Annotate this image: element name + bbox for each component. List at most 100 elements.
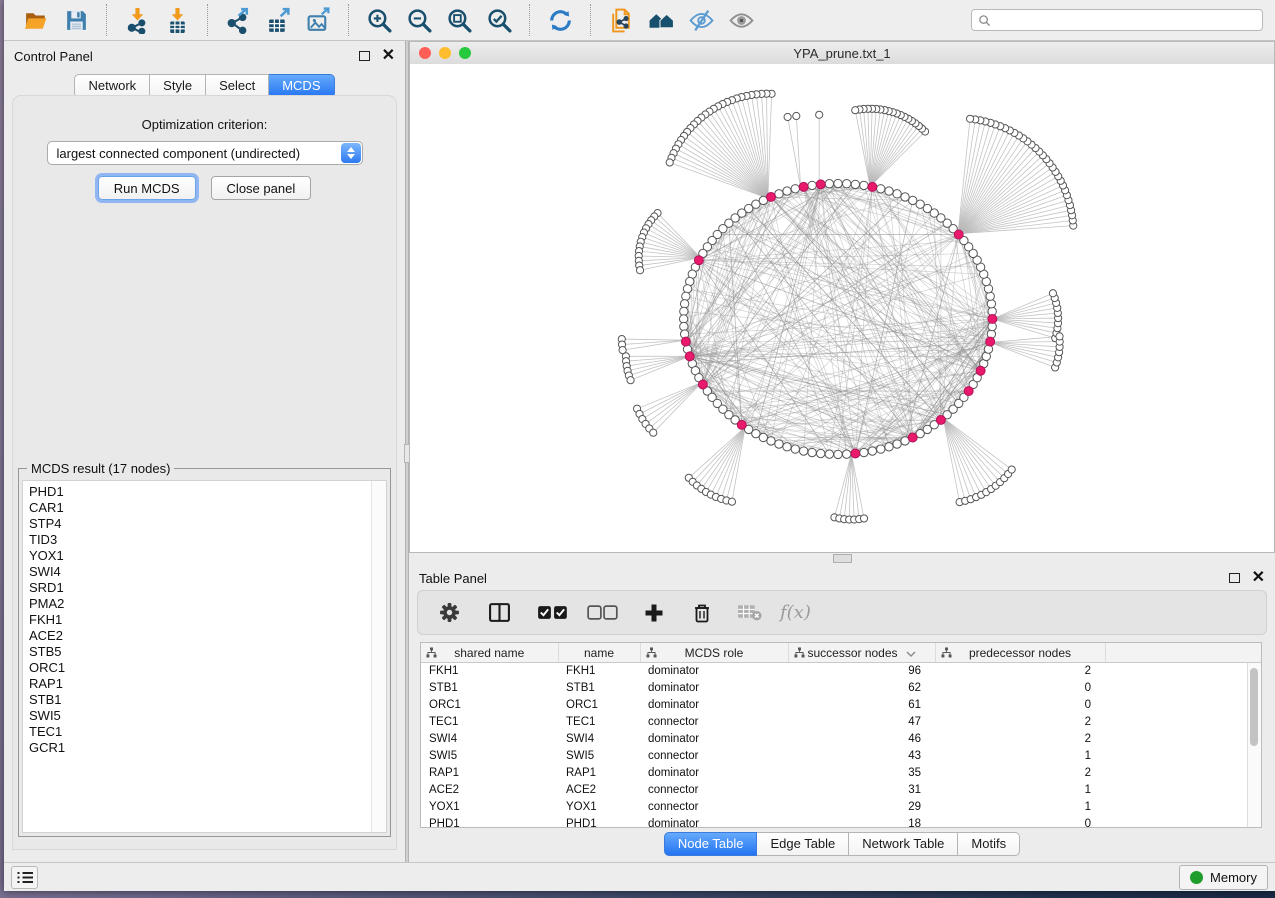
hierarchy-icon <box>646 647 657 658</box>
gear-icon <box>439 602 460 623</box>
network-canvas[interactable] <box>410 64 1274 552</box>
mcds-result-scrollbar[interactable] <box>371 481 386 832</box>
horizontal-splitter-handle[interactable] <box>833 554 852 563</box>
mcds-result-item[interactable]: STB1 <box>23 692 371 708</box>
delete-column-button[interactable] <box>685 596 719 630</box>
tab-motifs[interactable]: Motifs <box>958 832 1020 856</box>
table-toolbar: f(x) <box>417 590 1267 635</box>
export-table-button[interactable] <box>260 2 296 38</box>
table-scrollbar[interactable] <box>1247 663 1261 827</box>
memory-button[interactable]: Memory <box>1179 865 1268 890</box>
delete-table-icon <box>737 603 762 622</box>
import-table-button[interactable] <box>159 2 195 38</box>
mcds-result-item[interactable]: TEC1 <box>23 724 371 740</box>
table-row[interactable]: SWI4SWI4dominator462 <box>421 731 1261 748</box>
export-table-icon <box>265 7 292 34</box>
show-graphics-details-button[interactable] <box>723 2 759 38</box>
import-network-icon <box>124 7 151 34</box>
mcds-result-item[interactable]: TID3 <box>23 532 371 548</box>
zoom-fit-button[interactable] <box>441 2 477 38</box>
table-row[interactable]: ACE2ACE2connector311 <box>421 782 1261 799</box>
close-table-panel-icon[interactable]: ✕ <box>1252 572 1265 584</box>
import-network-button[interactable] <box>119 2 155 38</box>
mcds-result-item[interactable]: FKH1 <box>23 612 371 628</box>
tab-network-table[interactable]: Network Table <box>849 832 958 856</box>
close-panel-icon[interactable]: ✕ <box>382 50 395 62</box>
mcds-result-item[interactable]: ACE2 <box>23 628 371 644</box>
horizontal-splitter[interactable] <box>409 553 1275 563</box>
column-header[interactable]: shared name <box>421 643 558 663</box>
desktop-background: Control Panel ✕ Network Style Select MCD… <box>0 0 1275 898</box>
zoom-in-icon <box>366 7 393 34</box>
zoom-selected-button[interactable] <box>481 2 517 38</box>
node-table-body: FKH1FKH1dominator962STB1STB1dominator620… <box>421 663 1261 829</box>
criterion-dropdown[interactable]: largest connected component (undirected) <box>47 141 363 165</box>
mcds-result-item[interactable]: PMA2 <box>23 596 371 612</box>
mcds-result-item[interactable]: PHD1 <box>23 484 371 500</box>
mcds-result-item[interactable]: GCR1 <box>23 740 371 756</box>
double-house-icon <box>648 7 675 34</box>
delete-table-button[interactable] <box>731 596 768 630</box>
column-header[interactable]: successor nodes <box>788 643 935 663</box>
tab-edge-table[interactable]: Edge Table <box>757 832 849 856</box>
column-header[interactable]: name <box>558 643 640 663</box>
checked-boxes-icon <box>537 604 569 621</box>
mcds-result-item[interactable]: SWI4 <box>23 564 371 580</box>
zoom-in-button[interactable] <box>361 2 397 38</box>
mcds-result-item[interactable]: SWI5 <box>23 708 371 724</box>
search-input[interactable] <box>996 12 1256 28</box>
export-image-button[interactable] <box>300 2 336 38</box>
add-column-button[interactable] <box>637 596 671 630</box>
column-header[interactable]: MCDS role <box>640 643 788 663</box>
mcds-result-item[interactable]: SRD1 <box>23 580 371 596</box>
memory-status-icon <box>1190 871 1203 884</box>
table-row[interactable]: TEC1TEC1connector472 <box>421 714 1261 731</box>
column-header[interactable]: predecessor nodes <box>935 643 1105 663</box>
window-zoom-button[interactable] <box>459 47 471 59</box>
table-row[interactable]: RAP1RAP1dominator352 <box>421 765 1261 782</box>
hide-graphics-details-button[interactable] <box>683 2 719 38</box>
memory-label: Memory <box>1210 870 1257 885</box>
mcds-result-item[interactable]: RAP1 <box>23 676 371 692</box>
window-close-button[interactable] <box>419 47 431 59</box>
sort-chevron-icon <box>906 651 916 657</box>
table-row[interactable]: STB1STB1dominator620 <box>421 680 1261 697</box>
column-header-filler <box>1105 643 1261 663</box>
tab-node-table[interactable]: Node Table <box>664 832 758 856</box>
mcds-result-item[interactable]: CAR1 <box>23 500 371 516</box>
table-row[interactable]: PHD1PHD1dominator180 <box>421 816 1261 828</box>
table-row[interactable]: ORC1ORC1dominator610 <box>421 697 1261 714</box>
mcds-result-item[interactable]: STP4 <box>23 516 371 532</box>
save-session-button[interactable] <box>58 2 94 38</box>
mcds-result-item[interactable]: YOX1 <box>23 548 371 564</box>
split-view-button[interactable] <box>482 596 517 630</box>
window-minimize-button[interactable] <box>439 47 451 59</box>
trash-icon <box>691 602 713 624</box>
mcds-result-item[interactable]: ORC1 <box>23 660 371 676</box>
home-views-button[interactable] <box>643 2 679 38</box>
mcds-result-item[interactable]: STB5 <box>23 644 371 660</box>
share-document-button[interactable] <box>603 2 639 38</box>
select-all-button[interactable] <box>531 596 575 630</box>
table-row[interactable]: FKH1FKH1dominator962 <box>421 663 1261 681</box>
toolbar-separator <box>348 4 349 36</box>
table-scrollbar-thumb[interactable] <box>1250 668 1258 746</box>
function-builder-button[interactable]: f(x) <box>774 596 817 630</box>
table-row[interactable]: SWI5SWI5connector431 <box>421 748 1261 765</box>
show-task-history-button[interactable] <box>11 866 38 889</box>
table-settings-button[interactable] <box>432 596 466 630</box>
deselect-all-button[interactable] <box>581 596 625 630</box>
toolbar-separator <box>590 4 591 36</box>
open-session-button[interactable] <box>18 2 54 38</box>
refresh-layout-button[interactable] <box>542 2 578 38</box>
toolbar-separator <box>207 4 208 36</box>
export-network-button[interactable] <box>220 2 256 38</box>
open-folder-icon <box>23 7 50 34</box>
table-row[interactable]: YOX1YOX1connector291 <box>421 799 1261 816</box>
run-mcds-button[interactable]: Run MCDS <box>98 176 196 200</box>
float-panel-icon[interactable] <box>359 51 370 61</box>
float-table-panel-icon[interactable] <box>1229 573 1240 583</box>
zoom-out-button[interactable] <box>401 2 437 38</box>
network-view-window: YPA_prune.txt_1 <box>409 41 1275 553</box>
close-panel-button[interactable]: Close panel <box>211 176 312 200</box>
